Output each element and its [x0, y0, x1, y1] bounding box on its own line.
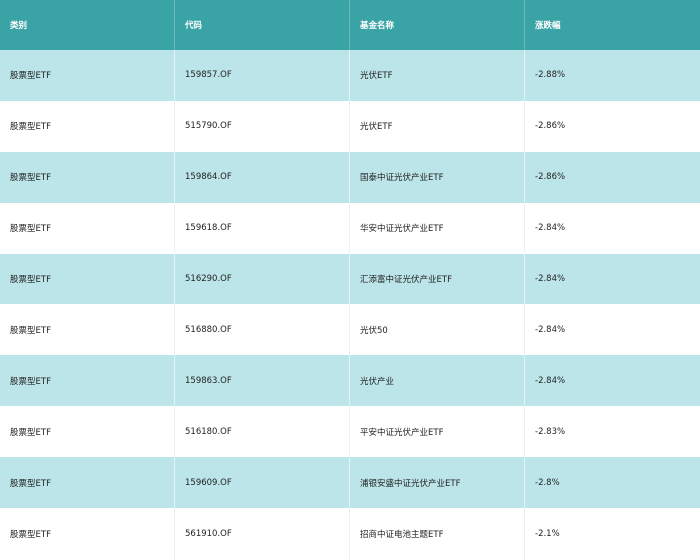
table-row[interactable]: 股票型ETF 516180.OF 平安中证光伏产业ETF -2.83%: [0, 406, 700, 458]
cell-change: -2.1%: [535, 529, 560, 540]
cell-fund-name: 光伏ETF: [350, 49, 525, 101]
cell-change: -2.84%: [535, 324, 566, 335]
cell-code: 159863.OF: [175, 355, 350, 407]
cell-code: 159618.OF: [175, 202, 350, 254]
header-fund-name[interactable]: 基金名称: [350, 0, 525, 50]
cell-category: 股票型ETF: [0, 355, 175, 407]
cell-code: 561910.OF: [175, 508, 350, 560]
cell-code: 159864.OF: [175, 151, 350, 203]
cell-category: 股票型ETF: [0, 508, 175, 560]
cell-fund-name: 光伏产业: [350, 355, 525, 407]
cell-fund-name: 光伏50: [350, 304, 525, 356]
table-row[interactable]: 股票型ETF 516290.OF 汇添富中证光伏产业ETF -2.84%: [0, 253, 700, 305]
cell-fund-name: 华安中证光伏产业ETF: [350, 202, 525, 254]
cell-category: 股票型ETF: [0, 457, 175, 509]
cell-change: -2.88%: [535, 70, 566, 81]
cell-category: 股票型ETF: [0, 304, 175, 356]
cell-code: 516880.OF: [175, 304, 350, 356]
cell-fund-name: 平安中证光伏产业ETF: [350, 406, 525, 458]
cell-change: -2.86%: [535, 121, 566, 132]
table-row[interactable]: 股票型ETF 159863.OF 光伏产业 -2.84%: [0, 355, 700, 407]
table-row[interactable]: 股票型ETF 159857.OF 光伏ETF -2.88%: [0, 49, 700, 101]
header-code[interactable]: 代码: [175, 0, 350, 50]
cell-code: 516290.OF: [175, 253, 350, 305]
table-row[interactable]: 股票型ETF 515790.OF 光伏ETF -2.86%: [0, 100, 700, 152]
cell-category: 股票型ETF: [0, 100, 175, 152]
cell-change: -2.84%: [535, 273, 566, 284]
cell-fund-name: 国泰中证光伏产业ETF: [350, 151, 525, 203]
cell-change: -2.86%: [535, 172, 566, 183]
cell-change: -2.83%: [535, 426, 566, 437]
table-row[interactable]: 股票型ETF 516880.OF 光伏50 -2.84%: [0, 304, 700, 356]
cell-change: -2.84%: [535, 223, 566, 234]
table-row[interactable]: 股票型ETF 561910.OF 招商中证电池主题ETF -2.1%: [0, 508, 700, 560]
fund-table: 类别 代码 基金名称 涨跌幅 股票型ETF 159857.OF 光伏ETF -2…: [0, 0, 700, 560]
cell-fund-name: 汇添富中证光伏产业ETF: [350, 253, 525, 305]
cell-change: -2.8%: [535, 477, 560, 488]
cell-code: 159609.OF: [175, 457, 350, 509]
table-row[interactable]: 股票型ETF 159864.OF 国泰中证光伏产业ETF -2.86%: [0, 151, 700, 203]
cell-fund-name: 浦银安盛中证光伏产业ETF: [350, 457, 525, 509]
header-category[interactable]: 类别: [0, 0, 175, 50]
cell-category: 股票型ETF: [0, 406, 175, 458]
table-header: 类别 代码 基金名称 涨跌幅: [0, 0, 700, 50]
cell-change: -2.84%: [535, 375, 566, 386]
cell-category: 股票型ETF: [0, 49, 175, 101]
header-change[interactable]: 涨跌幅: [525, 0, 700, 50]
cell-code: 515790.OF: [175, 100, 350, 152]
cell-category: 股票型ETF: [0, 202, 175, 254]
cell-code: 159857.OF: [175, 49, 350, 101]
table-row[interactable]: 股票型ETF 159609.OF 浦银安盛中证光伏产业ETF -2.8%: [0, 457, 700, 509]
cell-category: 股票型ETF: [0, 253, 175, 305]
cell-fund-name: 招商中证电池主题ETF: [350, 508, 525, 560]
table-row[interactable]: 股票型ETF 159618.OF 华安中证光伏产业ETF -2.84%: [0, 202, 700, 254]
cell-category: 股票型ETF: [0, 151, 175, 203]
cell-code: 516180.OF: [175, 406, 350, 458]
cell-fund-name: 光伏ETF: [350, 100, 525, 152]
